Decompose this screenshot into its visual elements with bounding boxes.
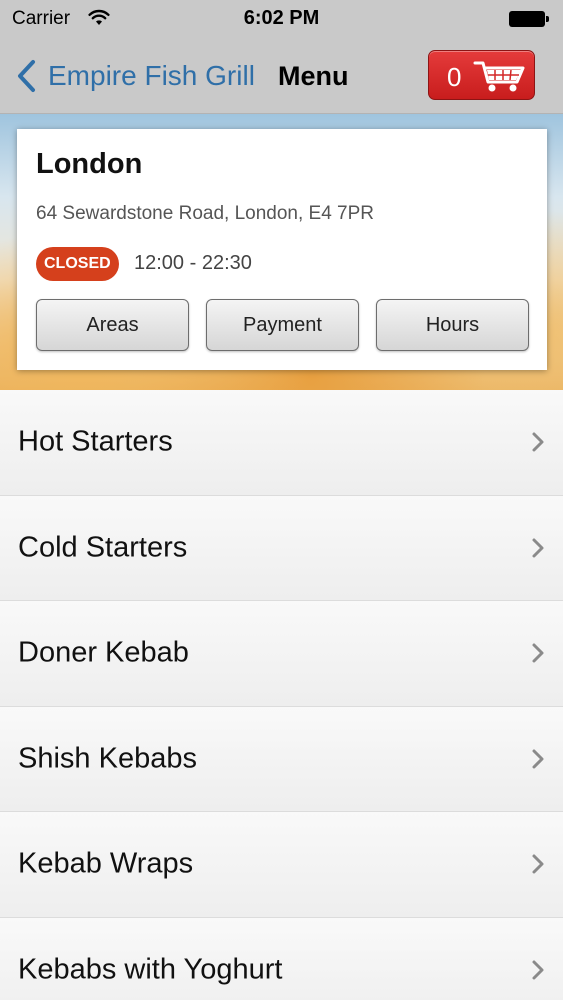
location-address: 64 Sewardstone Road, London, E4 7PR [36, 203, 375, 224]
status-time: 6:02 PM [243, 7, 320, 29]
hero-banner: London 64 Sewardstone Road, London, E4 7… [0, 114, 563, 390]
menu-item-label: Doner Kebab [18, 636, 189, 669]
battery-icon [509, 11, 549, 27]
navigation-bar: Empire Fish Grill Menu 0 [0, 40, 563, 114]
areas-button[interactable]: Areas [36, 299, 189, 351]
menu-item-cold-starters[interactable]: Cold Starters [0, 495, 563, 601]
status-badge: CLOSED [36, 247, 119, 281]
chevron-left-icon [18, 60, 35, 92]
menu-item-label: Kebabs with Yoghurt [18, 953, 283, 986]
chevron-right-icon [532, 643, 544, 663]
menu-item-label: Kebab Wraps [18, 847, 194, 880]
menu-item-shish-kebabs[interactable]: Shish Kebabs [0, 706, 563, 812]
back-label: Empire Fish Grill [48, 60, 255, 91]
menu-item-hot-starters[interactable]: Hot Starters [0, 390, 563, 496]
shopping-cart-icon [473, 61, 525, 92]
back-button[interactable]: Empire Fish Grill [14, 54, 255, 98]
location-card: London 64 Sewardstone Road, London, E4 7… [17, 129, 547, 370]
menu-item-kebabs-with-yoghurt[interactable]: Kebabs with Yoghurt [0, 917, 563, 1000]
cart-button[interactable]: 0 [428, 50, 535, 100]
chevron-right-icon [532, 960, 544, 980]
menu-list: Hot Starters Cold Starters Doner Kebab S… [0, 390, 563, 1000]
page-title: Menu [278, 61, 349, 91]
payment-button[interactable]: Payment [206, 299, 359, 351]
menu-item-label: Cold Starters [18, 531, 188, 564]
chevron-right-icon [532, 854, 544, 874]
status-bar: Carrier 6:02 PM [0, 0, 563, 40]
menu-item-label: Shish Kebabs [18, 742, 197, 775]
opening-hours: 12:00 - 22:30 [134, 252, 252, 274]
chevron-right-icon [532, 538, 544, 558]
hours-button[interactable]: Hours [376, 299, 529, 351]
chevron-right-icon [532, 749, 544, 769]
cart-count: 0 [447, 62, 462, 92]
chevron-right-icon [532, 432, 544, 452]
menu-item-doner-kebab[interactable]: Doner Kebab [0, 601, 563, 707]
location-name: London [36, 148, 143, 180]
menu-item-label: Hot Starters [18, 425, 173, 458]
menu-item-kebab-wraps[interactable]: Kebab Wraps [0, 812, 563, 918]
